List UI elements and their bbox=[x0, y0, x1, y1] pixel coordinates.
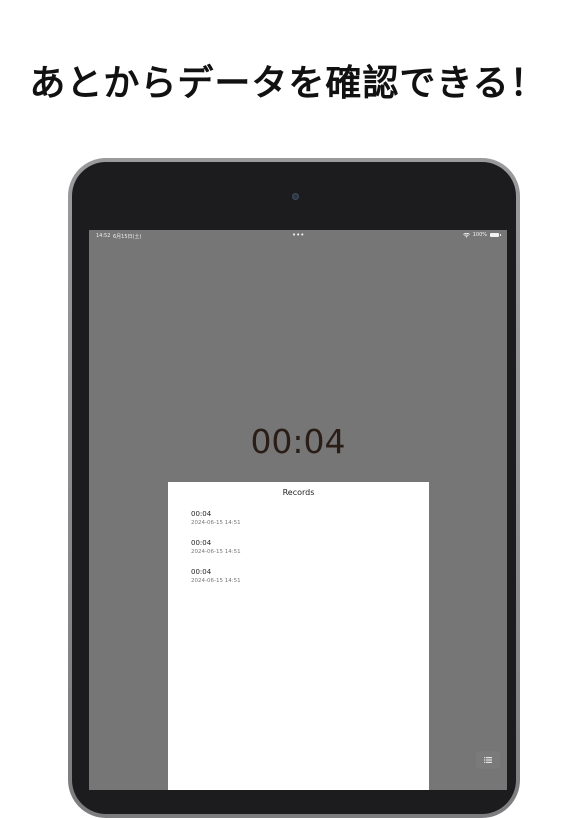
record-timestamp: 2024-06-15 14:51 bbox=[191, 520, 241, 526]
record-timestamp: 2024-06-15 14:51 bbox=[191, 549, 241, 555]
record-row[interactable]: 00:04 2024-06-15 14:51 bbox=[191, 510, 391, 527]
records-title: Records bbox=[282, 488, 315, 497]
battery-icon bbox=[490, 233, 501, 237]
records-list-button[interactable] bbox=[476, 751, 500, 769]
record-duration: 00:04 bbox=[191, 510, 212, 518]
promo-headline: あとからデータを確認できる！ bbox=[29, 63, 547, 104]
status-bar: 14:52 6月15日(土) ••• 100% bbox=[89, 230, 507, 242]
app-screen: 14:52 6月15日(土) ••• 100% 00:04 Records 00… bbox=[89, 230, 507, 790]
record-duration: 00:04 bbox=[191, 568, 212, 576]
status-date: 6月15日(土) bbox=[113, 234, 142, 240]
status-right-group: 100% bbox=[462, 232, 501, 238]
list-icon bbox=[484, 757, 492, 763]
battery-percentage: 100% bbox=[472, 232, 487, 238]
records-sheet: Records 00:04 2024-06-15 14:51 00:04 202… bbox=[168, 482, 429, 790]
multitasking-dots[interactable]: ••• bbox=[292, 231, 304, 239]
record-row[interactable]: 00:04 2024-06-15 14:51 bbox=[191, 568, 391, 585]
record-timestamp: 2024-06-15 14:51 bbox=[191, 578, 241, 584]
wifi-icon bbox=[462, 232, 470, 238]
record-duration: 00:04 bbox=[191, 539, 212, 547]
record-row[interactable]: 00:04 2024-06-15 14:51 bbox=[191, 539, 391, 556]
status-time: 14:52 bbox=[96, 233, 111, 239]
elapsed-timer: 00:04 bbox=[250, 422, 346, 461]
front-camera bbox=[292, 193, 299, 200]
